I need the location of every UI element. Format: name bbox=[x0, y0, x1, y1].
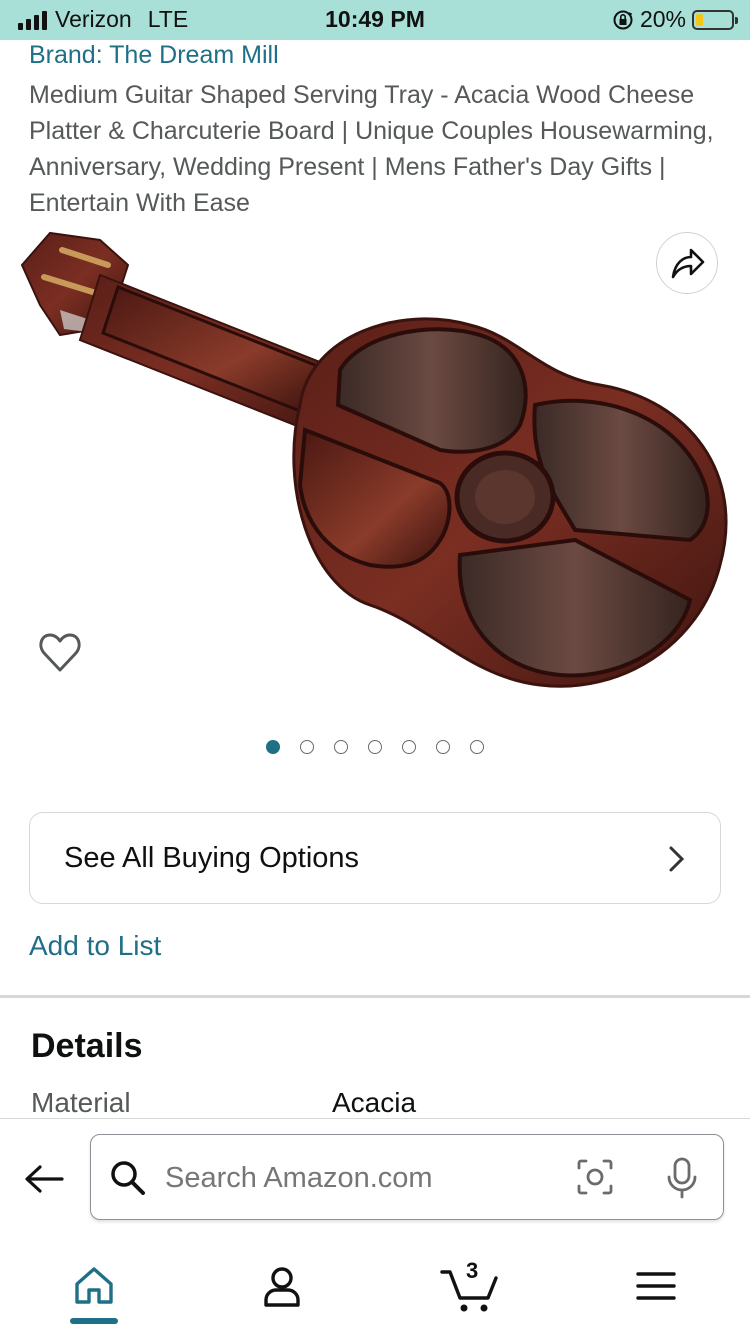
image-dot[interactable] bbox=[402, 740, 416, 754]
heart-icon bbox=[39, 633, 81, 672]
tab-home[interactable] bbox=[64, 1264, 124, 1314]
see-all-buying-options-button[interactable]: See All Buying Options bbox=[29, 812, 721, 904]
rotation-lock-icon bbox=[613, 10, 633, 29]
product-image[interactable] bbox=[0, 225, 750, 725]
buying-options-label: See All Buying Options bbox=[64, 841, 360, 874]
section-divider bbox=[0, 995, 750, 998]
image-pagination[interactable] bbox=[0, 740, 750, 760]
image-dot[interactable] bbox=[368, 740, 382, 754]
active-tab-indicator bbox=[70, 1318, 118, 1324]
share-icon bbox=[671, 248, 705, 279]
cart-count-badge: 3 bbox=[466, 1258, 479, 1283]
details-heading: Details bbox=[31, 1027, 143, 1065]
share-button[interactable] bbox=[656, 232, 718, 294]
tab-menu[interactable] bbox=[626, 1264, 686, 1314]
search-input[interactable] bbox=[163, 1155, 557, 1201]
person-icon bbox=[264, 1267, 300, 1307]
status-right: 20% bbox=[612, 6, 738, 33]
add-to-list-link[interactable]: Add to List bbox=[29, 930, 161, 962]
tab-account[interactable] bbox=[252, 1264, 312, 1314]
image-dot[interactable] bbox=[436, 740, 450, 754]
chevron-right-icon bbox=[669, 846, 685, 872]
home-icon bbox=[75, 1267, 113, 1304]
battery-icon bbox=[692, 9, 738, 30]
menu-icon bbox=[636, 1272, 676, 1300]
wishlist-button[interactable] bbox=[36, 628, 84, 676]
back-arrow-icon[interactable] bbox=[22, 1159, 66, 1199]
image-dot[interactable] bbox=[334, 740, 348, 754]
search-icon bbox=[111, 1161, 145, 1195]
image-dot[interactable] bbox=[470, 740, 484, 754]
image-dot[interactable] bbox=[266, 740, 280, 754]
product-title: Medium Guitar Shaped Serving Tray - Acac… bbox=[29, 81, 714, 217]
detail-label-material: Material bbox=[31, 1087, 131, 1118]
battery-percent: 20% bbox=[639, 6, 686, 32]
search-box[interactable] bbox=[90, 1134, 724, 1220]
camera-search-icon[interactable] bbox=[575, 1157, 615, 1197]
image-dot[interactable] bbox=[300, 740, 314, 754]
search-bar-container bbox=[0, 1118, 750, 1239]
tab-bar bbox=[0, 1238, 750, 1334]
detail-value-material: Acacia bbox=[332, 1087, 417, 1118]
status-bar: Verizon LTE 10:49 PM 20% bbox=[0, 0, 750, 40]
brand-link[interactable]: Brand: The Dream Mill bbox=[29, 41, 279, 70]
microphone-icon[interactable] bbox=[665, 1157, 699, 1199]
